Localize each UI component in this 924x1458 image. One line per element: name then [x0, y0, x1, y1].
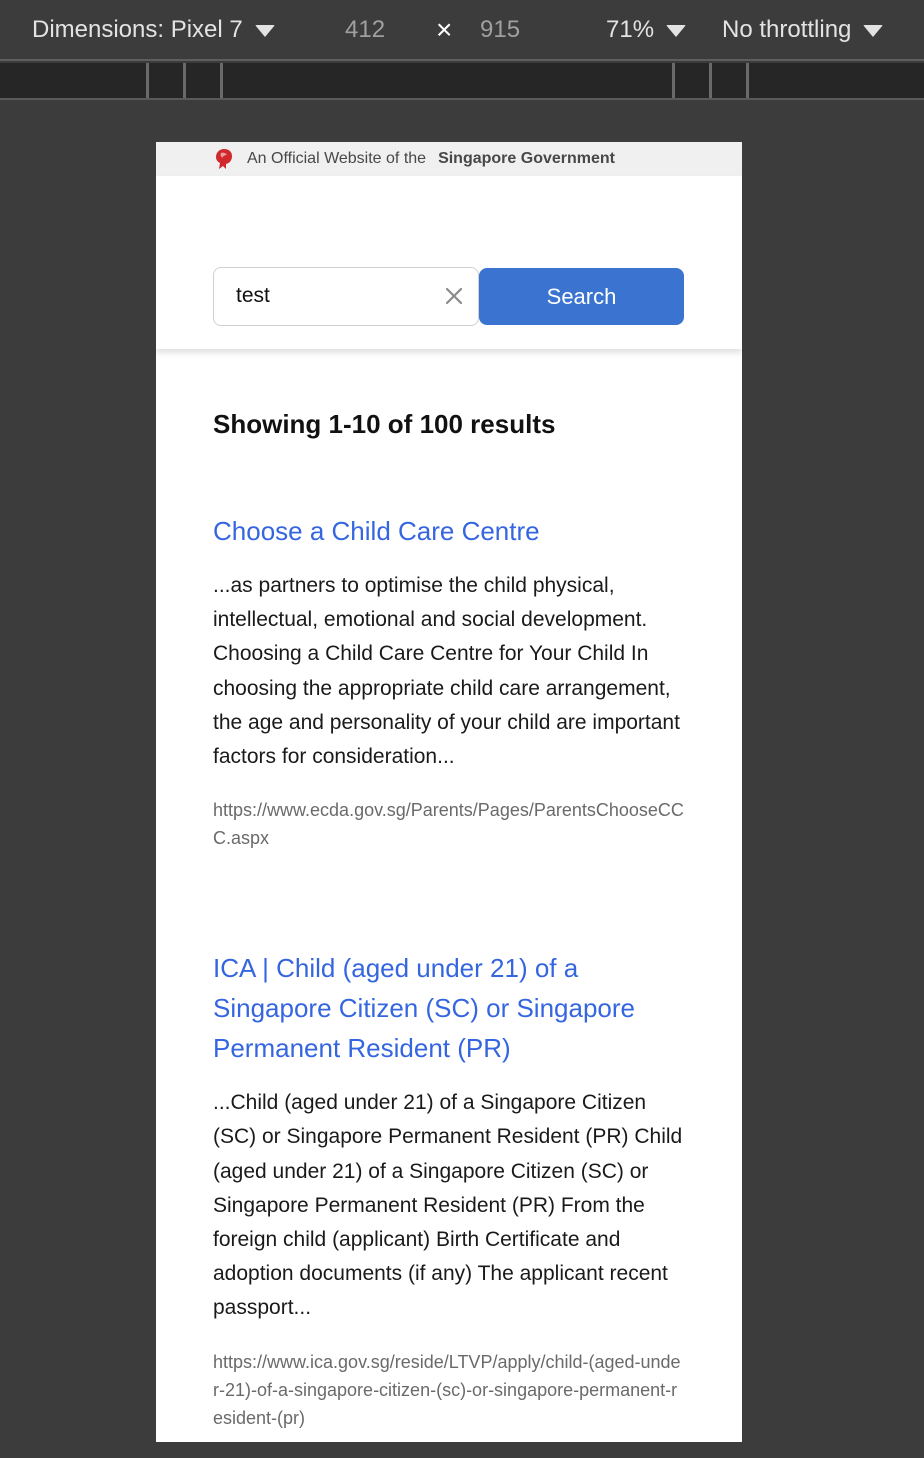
lion-head-icon — [216, 149, 232, 169]
search-results: Showing 1-10 of 100 results Choose a Chi… — [156, 407, 742, 1432]
chevron-down-icon — [666, 24, 687, 37]
height-field[interactable]: 915 — [480, 14, 520, 46]
device-viewport: An Official Website of the Singapore Gov… — [156, 142, 742, 1442]
media-query-ruler — [0, 63, 924, 100]
media-query-marker[interactable] — [746, 63, 749, 98]
gov-masthead: An Official Website of the Singapore Gov… — [156, 142, 742, 176]
zoom-label: 71% — [606, 16, 655, 43]
zoom-dropdown[interactable]: 71% — [606, 14, 687, 46]
width-field[interactable]: 412 — [345, 14, 385, 46]
result-title-link[interactable]: Choose a Child Care Centre — [213, 511, 685, 551]
devtools-device-toolbar: Dimensions: Pixel 7 412 × 915 71% No thr… — [0, 0, 924, 61]
media-query-marker[interactable] — [183, 63, 186, 98]
chevron-down-icon — [863, 24, 884, 37]
search-bar: Search — [156, 176, 742, 349]
results-summary: Showing 1-10 of 100 results — [213, 409, 556, 439]
masthead-government[interactable]: Singapore Government — [438, 150, 615, 168]
search-button[interactable]: Search — [479, 268, 684, 325]
media-query-marker[interactable] — [146, 63, 149, 98]
media-query-marker[interactable] — [672, 63, 675, 98]
result-item: Choose a Child Care Centre ...as partner… — [213, 511, 685, 852]
masthead-text: An Official Website of the — [247, 150, 427, 167]
dimensions-label: Dimensions: Pixel 7 — [32, 16, 243, 43]
throttling-dropdown[interactable]: No throttling — [722, 14, 884, 46]
result-snippet: ...as partners to optimise the child phy… — [213, 574, 680, 769]
search-input[interactable] — [214, 268, 434, 324]
result-url: https://www.ica.gov.sg/reside/LTVP/apply… — [213, 1351, 681, 1428]
result-url: https://www.ecda.gov.sg/Parents/Pages/Pa… — [213, 800, 684, 849]
media-query-marker[interactable] — [709, 63, 712, 98]
search-field — [213, 267, 479, 326]
throttling-label: No throttling — [722, 16, 852, 43]
close-icon: × — [436, 14, 453, 45]
result-title-link[interactable]: ICA | Child (aged under 21) of a Singapo… — [213, 948, 685, 1068]
media-query-marker[interactable] — [220, 63, 223, 98]
chevron-down-icon — [254, 24, 275, 37]
result-snippet: ...Child (aged under 21) of a Singapore … — [213, 1091, 683, 1320]
result-item: ICA | Child (aged under 21) of a Singapo… — [213, 948, 685, 1431]
clear-icon[interactable] — [440, 282, 468, 310]
dimensions-dropdown[interactable]: Dimensions: Pixel 7 — [32, 14, 275, 46]
